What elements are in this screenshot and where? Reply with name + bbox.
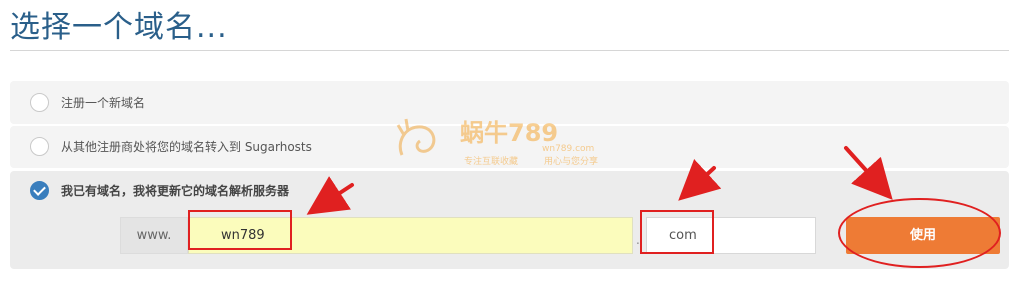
snail-logo-icon: 蜗牛789 wn789.com 专注互联收藏 用心与您分享 (396, 118, 598, 167)
option-transfer-label: 从其他注册商处将您的域名转入到 Sugarhosts (61, 140, 312, 154)
page-title: 选择一个域名... (10, 10, 228, 45)
watermark-domain: wn789.com (542, 144, 594, 154)
watermark-logo: 蜗牛789 wn789.com 专注互联收藏 用心与您分享 (392, 111, 622, 175)
radio-transfer[interactable] (30, 137, 49, 156)
watermark-brand: 蜗牛789 (460, 119, 558, 147)
watermark-slogan-left: 专注互联收藏 (464, 155, 518, 167)
option-register-new-label: 注册一个新域名 (61, 96, 146, 110)
annotation-box-name (188, 210, 292, 250)
watermark-slogan-right: 用心与您分享 (544, 155, 598, 167)
title-divider (10, 50, 1009, 51)
www-prefix: www. (120, 217, 188, 254)
option-existing-domain-label: 我已有域名，我将更新它的域名解析服务器 (61, 184, 290, 198)
annotation-box-tld (640, 210, 714, 254)
radio-register-new[interactable] (30, 93, 49, 112)
radio-existing-domain[interactable] (30, 181, 49, 200)
annotation-ellipse-use (838, 198, 1001, 268)
